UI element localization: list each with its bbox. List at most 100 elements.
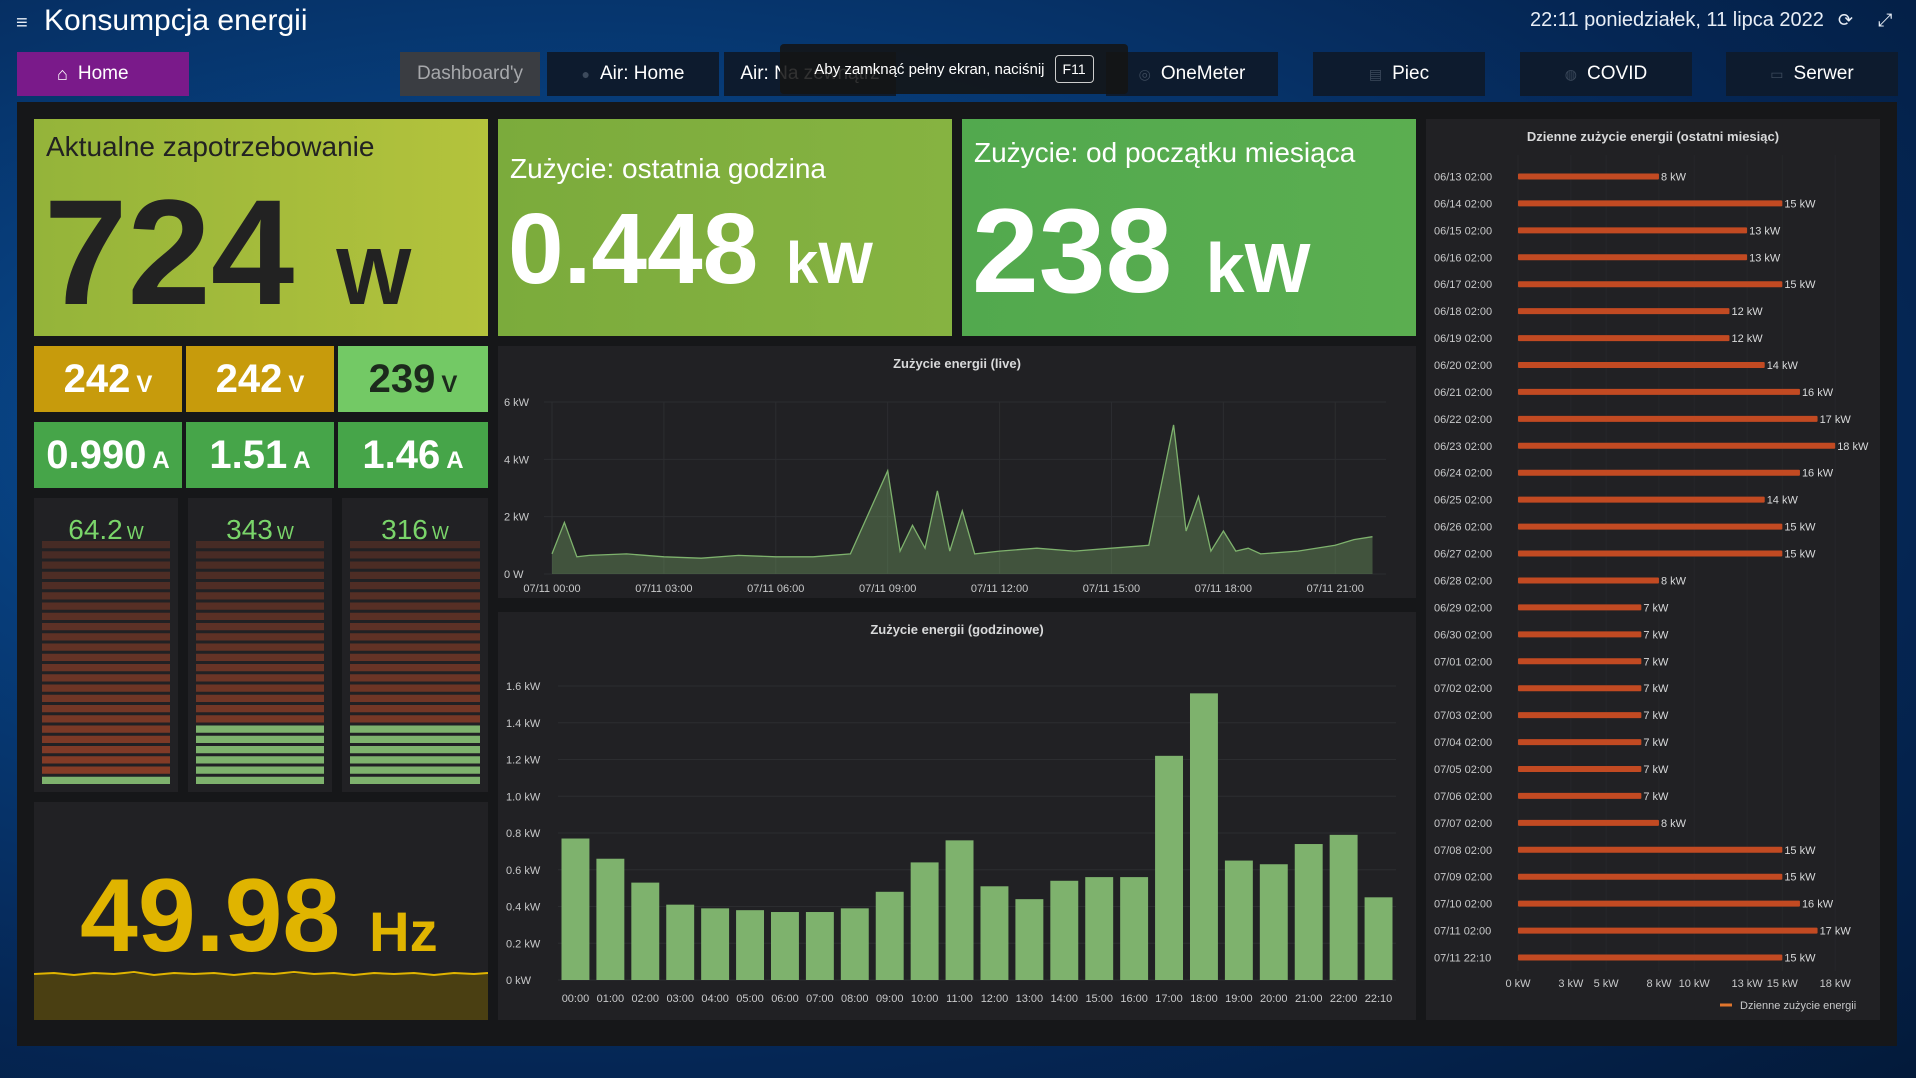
bar (1518, 173, 1659, 180)
nav-onemeter-button[interactable]: ◎ OneMeter (1106, 52, 1278, 96)
hourly-energy-chart: 0 kW 0.2 kW 0.4 kW 0.6 kW 0.8 kW 1.0 kW 1.2 kW… (506, 681, 1396, 1005)
y-tick-label: 07/10 02:00 (1434, 899, 1492, 911)
bar-data-label: 12 kW (1731, 333, 1763, 345)
gauge-segment (196, 694, 324, 702)
nav-serwer-button[interactable]: ▭ Serwer (1726, 52, 1898, 96)
nav-covid-button[interactable]: ◍ COVID (1520, 52, 1692, 96)
fullscreen-icon[interactable]: ⤢ (1878, 10, 1892, 31)
daily-energy-chart-panel: Dzienne zużycie energii (ostatni miesiąc… (1426, 119, 1880, 1020)
bar (1518, 496, 1765, 503)
gauge-segment (196, 715, 324, 723)
x-tick-label: 15 kW (1767, 978, 1799, 990)
gauge-segment (350, 735, 480, 743)
bar-data-label: 7 kW (1643, 656, 1669, 668)
nav-air-home-button[interactable]: ● Air: Home (547, 52, 719, 96)
bar (1224, 860, 1253, 980)
bar (1518, 604, 1642, 611)
nav-home-button[interactable]: ⌂ Home (17, 52, 189, 96)
bar-gauge-svg (42, 541, 170, 784)
gauge-segment (196, 602, 324, 610)
bar-data-label: 16 kW (1802, 468, 1834, 480)
x-tick-label: 13 kW (1731, 978, 1763, 990)
bar (666, 904, 695, 980)
x-tick-label: 11:00 (946, 993, 973, 1005)
bar (1189, 693, 1218, 980)
y-tick-label: 0 kW (506, 975, 532, 987)
nav-dashboards-button[interactable]: Dashboard'y (400, 52, 540, 96)
gauge-segment (196, 735, 324, 743)
gauge-segment (42, 766, 170, 774)
x-tick-label: 20:00 (1260, 993, 1288, 1005)
y-tick-label: 06/23 02:00 (1434, 441, 1492, 453)
y-tick-label: 0.6 kW (506, 865, 541, 877)
bar (1329, 834, 1358, 980)
live-energy-chart-panel: Zużycie energii (live) 0 W2 kW 4 kW 6 kW 07… (498, 346, 1416, 598)
bar (736, 910, 765, 980)
gauge-segment (350, 643, 480, 651)
gauge-segment (350, 674, 480, 682)
gauge-segment (196, 551, 324, 559)
bar-data-label: 15 kW (1784, 549, 1816, 561)
bar (910, 862, 939, 980)
frequency-panel: 49.98 Hz (34, 802, 488, 1020)
bar-data-label: 14 kW (1767, 495, 1799, 507)
bar (1294, 844, 1323, 980)
gauge-segment (42, 582, 170, 590)
y-tick-label: 07/09 02:00 (1434, 872, 1492, 884)
hourly-energy-chart-panel: Zużycie energii (godzinowe) 0 kW 0.2 kW 0.… (498, 612, 1416, 1020)
hamburger-menu-icon[interactable]: ≡ (16, 12, 28, 35)
gauge-segment (350, 551, 480, 559)
bar (1518, 900, 1800, 907)
x-tick-label: 00:00 (562, 993, 590, 1005)
y-tick-label: 06/20 02:00 (1434, 360, 1492, 372)
gauge-segment (42, 561, 170, 569)
bar (561, 838, 590, 980)
x-tick-label: 01:00 (597, 993, 625, 1005)
voltage-l3: 239 V (338, 346, 488, 412)
nav-piec-button[interactable]: ▤ Piec (1313, 52, 1485, 96)
bar-data-label: 15 kW (1784, 522, 1816, 534)
gauge-segment (350, 746, 480, 754)
y-tick-label: 06/27 02:00 (1434, 549, 1492, 561)
gauge-segment (196, 571, 324, 579)
month-panel: Zużycie: od początku miesiąca 238 kW (962, 119, 1416, 336)
series-area (552, 424, 1373, 574)
gauge-segment (196, 582, 324, 590)
x-tick-label: 10 kW (1679, 978, 1711, 990)
gauge-segment (196, 725, 324, 733)
y-tick-label: 06/19 02:00 (1434, 333, 1492, 345)
page-title: Konsumpcja energii (44, 4, 308, 37)
y-tick-label: 07/03 02:00 (1434, 710, 1492, 722)
x-tick-label: 18:00 (1190, 993, 1218, 1005)
x-tick-label: 12:00 (981, 993, 1009, 1005)
x-tick-label: 17:00 (1155, 993, 1183, 1005)
x-tick-label: 03:00 (666, 993, 694, 1005)
last-hour-value: 0.448 kW (508, 193, 874, 305)
bar (1518, 254, 1748, 261)
bar (1518, 685, 1642, 692)
y-tick-label: 2 kW (504, 512, 530, 524)
bar (1518, 658, 1642, 665)
bar-data-label: 16 kW (1802, 899, 1834, 911)
gauge-segment (196, 623, 324, 631)
month-value: 238 kW (972, 184, 1311, 318)
y-tick-label: 06/30 02:00 (1434, 629, 1492, 641)
gauge-segment (350, 684, 480, 692)
refresh-icon[interactable]: ⟳ (1838, 10, 1853, 31)
gauge-segment (350, 756, 480, 764)
bar (840, 908, 869, 980)
bar (1518, 631, 1642, 638)
y-tick-label: 06/15 02:00 (1434, 225, 1492, 237)
gauge-segment (196, 766, 324, 774)
y-tick-label: 06/29 02:00 (1434, 602, 1492, 614)
x-tick-label: 04:00 (701, 993, 729, 1005)
x-tick-label: 07/11 21:00 (1307, 583, 1364, 595)
gauge-segment (42, 653, 170, 661)
y-tick-label: 1.6 kW (506, 681, 541, 693)
bar-data-label: 14 kW (1767, 360, 1799, 372)
y-tick-label: 07/05 02:00 (1434, 764, 1492, 776)
gauge-segment (42, 643, 170, 651)
x-tick-label: 07/11 15:00 (1083, 583, 1140, 595)
legend-label: Dzienne zużycie energii (1740, 1000, 1856, 1012)
gauge-segment (42, 735, 170, 743)
